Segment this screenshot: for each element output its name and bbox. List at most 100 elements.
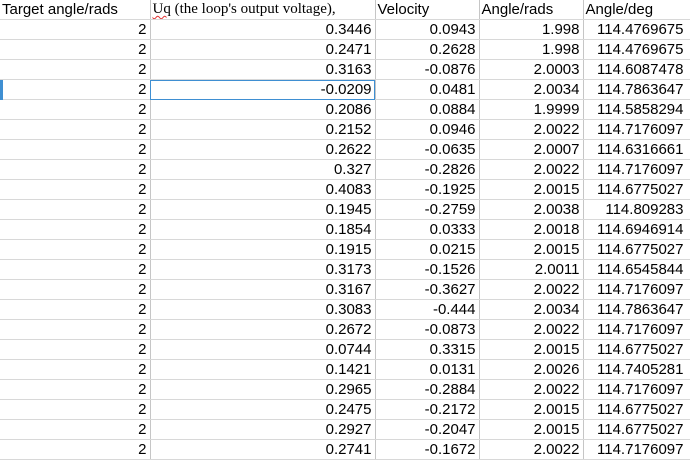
cell-angle-deg[interactable]: 114.809283	[583, 199, 690, 221]
cell-velocity[interactable]: -0.444	[375, 299, 480, 321]
cell-angle-deg[interactable]: 114.7176097	[583, 159, 690, 181]
cell-velocity[interactable]: 0.3315	[375, 339, 480, 361]
cell-target-angle[interactable]: 2	[0, 139, 151, 161]
cell-angle-rads[interactable]: 2.0011	[479, 259, 584, 281]
cell-velocity[interactable]: 0.0884	[375, 99, 480, 121]
cell-angle-deg[interactable]: 114.7405281	[583, 359, 690, 381]
cell-uq[interactable]: 0.3083	[150, 299, 376, 321]
cell-target-angle[interactable]: 2	[0, 179, 151, 201]
cell-target-angle[interactable]: 2	[0, 159, 151, 181]
cell-target-angle[interactable]: 2	[0, 339, 151, 361]
cell-uq[interactable]: 0.2086	[150, 99, 376, 121]
cell-target-angle[interactable]: 2	[0, 199, 151, 221]
cell-uq[interactable]: 0.3163	[150, 59, 376, 81]
cell-uq[interactable]: 0.327	[150, 159, 376, 181]
cell-angle-rads[interactable]: 2.0034	[479, 299, 584, 321]
cell-angle-deg[interactable]: 114.7176097	[583, 439, 690, 461]
cell-uq[interactable]: 0.2475	[150, 399, 376, 421]
cell-uq[interactable]: 0.1421	[150, 359, 376, 381]
cell-angle-deg[interactable]: 114.6545844	[583, 259, 690, 281]
header-target-angle[interactable]: Target angle/rads	[0, 0, 151, 21]
cell-target-angle[interactable]: 2	[0, 359, 151, 381]
cell-angle-deg[interactable]: 114.4769675	[583, 19, 690, 41]
cell-angle-deg[interactable]: 114.6946914	[583, 219, 690, 241]
cell-velocity[interactable]: -0.0635	[375, 139, 480, 161]
cell-velocity[interactable]: 0.0333	[375, 219, 480, 241]
cell-target-angle[interactable]: 2	[0, 239, 151, 261]
cell-target-angle[interactable]: 2	[0, 379, 151, 401]
cell-uq[interactable]: 0.2672	[150, 319, 376, 341]
cell-target-angle[interactable]: 2	[0, 419, 151, 441]
cell-target-angle[interactable]: 2	[0, 79, 151, 101]
cell-velocity[interactable]: -0.1672	[375, 439, 480, 461]
cell-angle-rads[interactable]: 2.0015	[479, 179, 584, 201]
cell-target-angle[interactable]: 2	[0, 59, 151, 81]
cell-angle-deg[interactable]: 114.4769675	[583, 39, 690, 61]
cell-angle-rads[interactable]: 1.998	[479, 39, 584, 61]
cell-velocity[interactable]: -0.0873	[375, 319, 480, 341]
header-velocity[interactable]: Velocity	[375, 0, 480, 21]
cell-target-angle[interactable]: 2	[0, 19, 151, 41]
cell-velocity[interactable]: -0.2884	[375, 379, 480, 401]
cell-uq[interactable]: 0.0744	[150, 339, 376, 361]
cell-angle-rads[interactable]: 2.0038	[479, 199, 584, 221]
cell-angle-rads[interactable]: 2.0022	[479, 319, 584, 341]
cell-angle-rads[interactable]: 2.0007	[479, 139, 584, 161]
cell-target-angle[interactable]: 2	[0, 439, 151, 461]
cell-target-angle[interactable]: 2	[0, 39, 151, 61]
cell-velocity[interactable]: -0.0876	[375, 59, 480, 81]
cell-velocity[interactable]: 0.2628	[375, 39, 480, 61]
cell-target-angle[interactable]: 2	[0, 259, 151, 281]
cell-angle-deg[interactable]: 114.7176097	[583, 319, 690, 341]
cell-uq[interactable]: 0.1945	[150, 199, 376, 221]
cell-angle-deg[interactable]: 114.7176097	[583, 119, 690, 141]
cell-angle-rads[interactable]: 2.0015	[479, 339, 584, 361]
cell-velocity[interactable]: 0.0946	[375, 119, 480, 141]
cell-angle-rads[interactable]: 1.998	[479, 19, 584, 41]
cell-velocity[interactable]: -0.2826	[375, 159, 480, 181]
cell-uq[interactable]: 0.3173	[150, 259, 376, 281]
cell-velocity[interactable]: -0.3627	[375, 279, 480, 301]
cell-angle-rads[interactable]: 2.0015	[479, 239, 584, 261]
cell-uq[interactable]: 0.2622	[150, 139, 376, 161]
cell-angle-rads[interactable]: 2.0022	[479, 159, 584, 181]
cell-angle-deg[interactable]: 114.6775027	[583, 239, 690, 261]
cell-velocity[interactable]: -0.1925	[375, 179, 480, 201]
cell-velocity[interactable]: -0.2047	[375, 419, 480, 441]
cell-target-angle[interactable]: 2	[0, 399, 151, 421]
header-angle-deg[interactable]: Angle/deg	[583, 0, 690, 21]
cell-angle-rads[interactable]: 1.9999	[479, 99, 584, 121]
cell-velocity[interactable]: 0.0131	[375, 359, 480, 381]
cell-target-angle[interactable]: 2	[0, 319, 151, 341]
cell-angle-rads[interactable]: 2.0018	[479, 219, 584, 241]
cell-uq[interactable]: 0.2741	[150, 439, 376, 461]
cell-angle-rads[interactable]: 2.0022	[479, 439, 584, 461]
cell-uq[interactable]: 0.4083	[150, 179, 376, 201]
cell-angle-rads[interactable]: 2.0015	[479, 419, 584, 441]
cell-angle-deg[interactable]: 114.7863647	[583, 299, 690, 321]
cell-target-angle[interactable]: 2	[0, 219, 151, 241]
cell-angle-deg[interactable]: 114.7176097	[583, 279, 690, 301]
cell-velocity[interactable]: -0.2172	[375, 399, 480, 421]
cell-uq[interactable]: 0.2152	[150, 119, 376, 141]
cell-angle-deg[interactable]: 114.6087478	[583, 59, 690, 81]
cell-velocity[interactable]: -0.1526	[375, 259, 480, 281]
cell-angle-rads[interactable]: 2.0015	[479, 399, 584, 421]
cell-uq[interactable]: 0.2471	[150, 39, 376, 61]
cell-angle-rads[interactable]: 2.0034	[479, 79, 584, 101]
cell-angle-rads[interactable]: 2.0022	[479, 379, 584, 401]
cell-uq[interactable]: 0.3446	[150, 19, 376, 41]
cell-uq[interactable]: 0.1915	[150, 239, 376, 261]
cell-angle-rads[interactable]: 2.0022	[479, 279, 584, 301]
cell-angle-deg[interactable]: 114.7863647	[583, 79, 690, 101]
cell-target-angle[interactable]: 2	[0, 279, 151, 301]
cell-uq[interactable]: 0.2927	[150, 419, 376, 441]
cell-angle-deg[interactable]: 114.6775027	[583, 419, 690, 441]
header-uq[interactable]: Uq (the loop's output voltage),	[150, 0, 376, 21]
header-angle-rads[interactable]: Angle/rads	[479, 0, 584, 21]
cell-target-angle[interactable]: 2	[0, 119, 151, 141]
cell-angle-deg[interactable]: 114.6775027	[583, 179, 690, 201]
cell-velocity[interactable]: 0.0215	[375, 239, 480, 261]
cell-velocity[interactable]: 0.0481	[375, 79, 480, 101]
cell-angle-deg[interactable]: 114.7176097	[583, 379, 690, 401]
